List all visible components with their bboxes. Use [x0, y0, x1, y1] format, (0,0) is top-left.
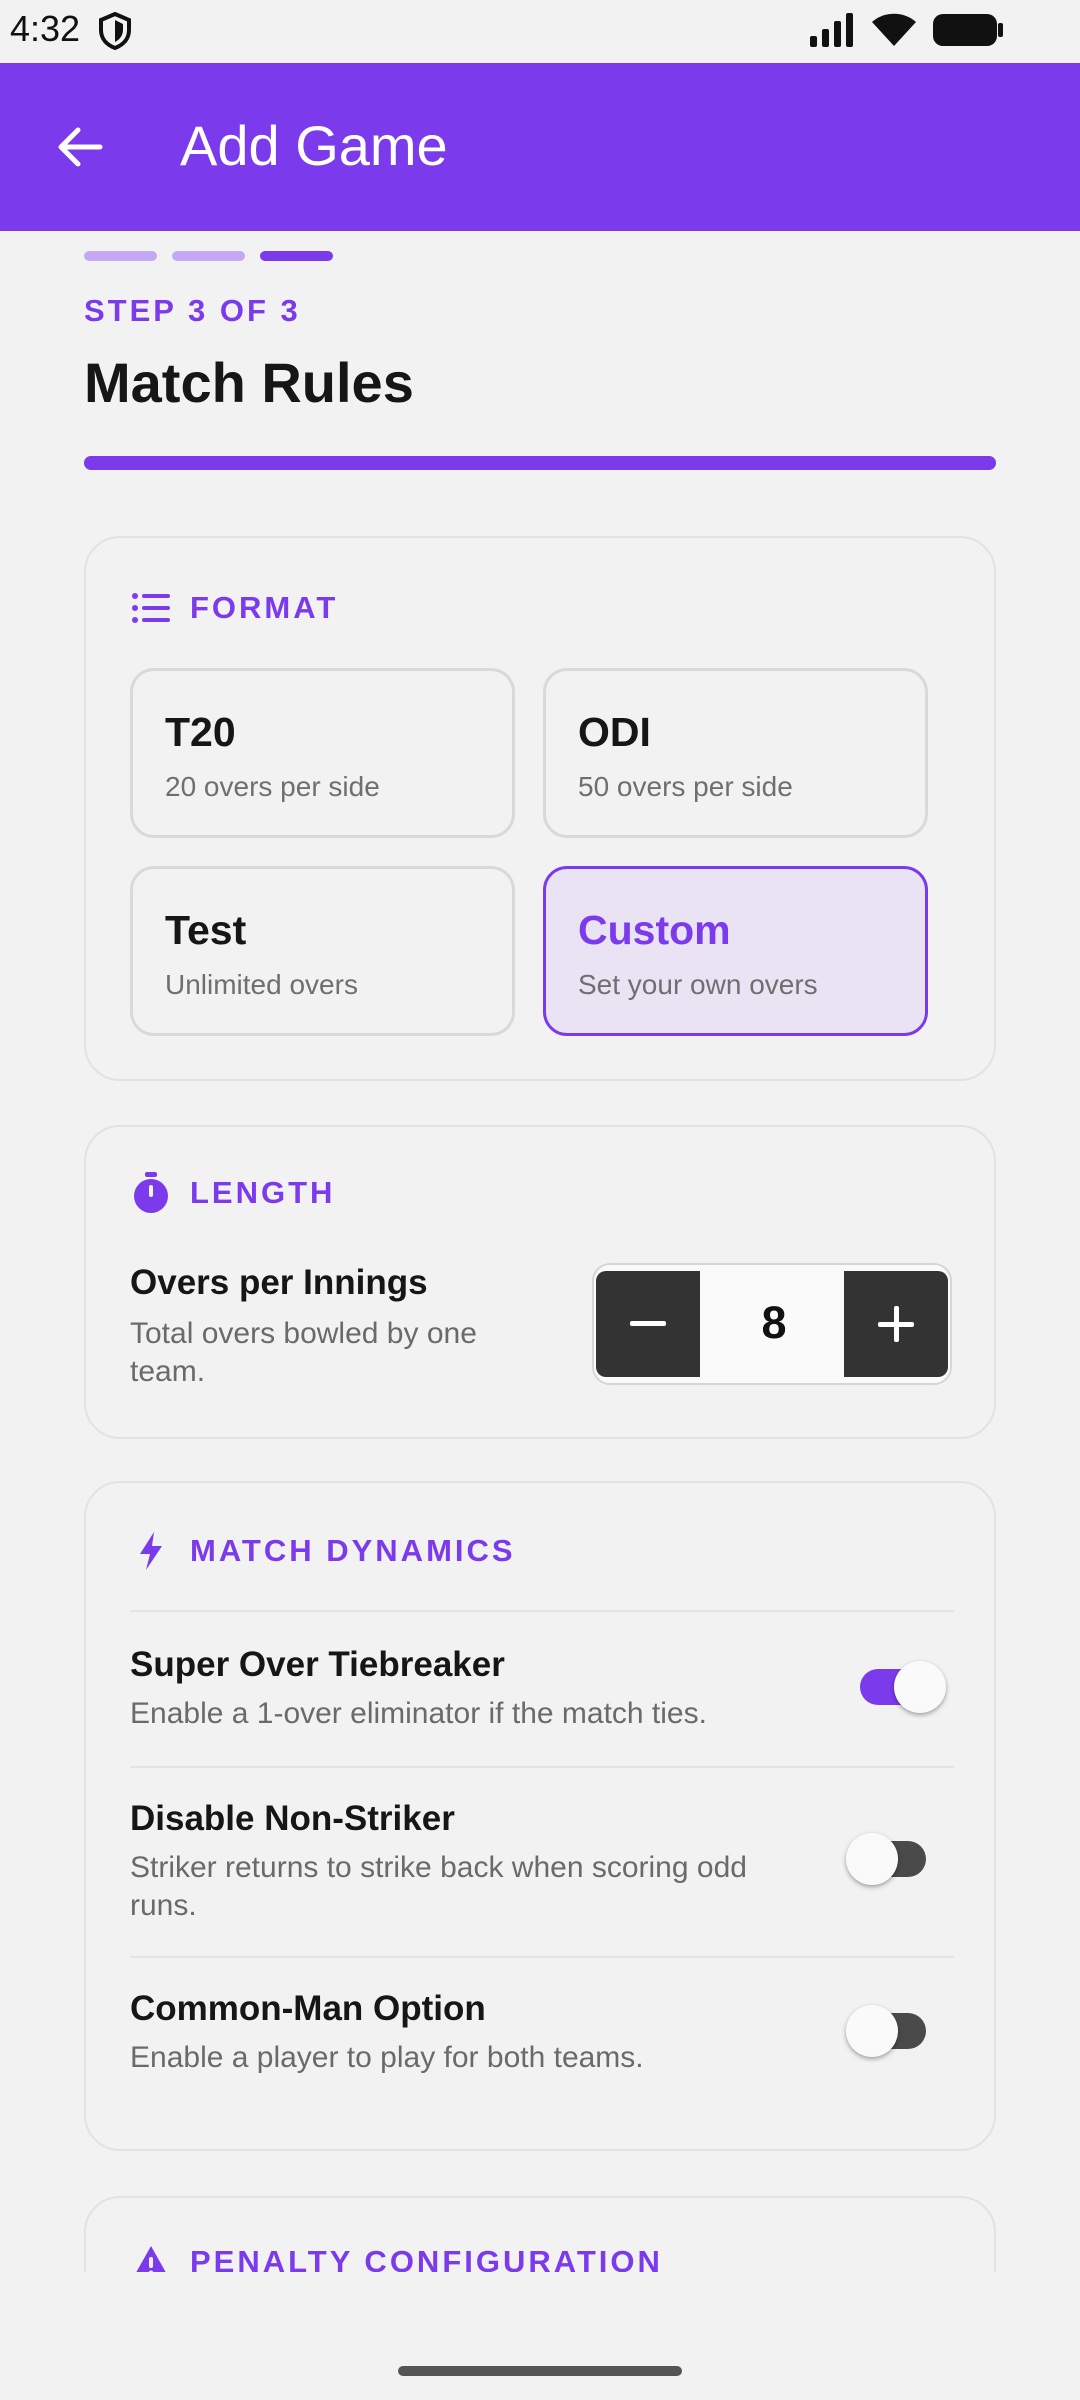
step-dot-active [260, 251, 333, 261]
dynamics-header: MATCH DYNAMICS [132, 1531, 516, 1571]
length-card: LENGTH Overs per Innings Total overs bow… [84, 1125, 996, 1439]
format-title: FORMAT [190, 590, 339, 625]
common-man-toggle[interactable] [846, 2005, 926, 2057]
common-man-title: Common-Man Option [130, 1989, 486, 2028]
bolt-icon [140, 1532, 162, 1570]
toggle-knob [846, 1833, 898, 1885]
home-indicator[interactable] [398, 2366, 682, 2376]
format-option-sub: 50 overs per side [578, 771, 793, 802]
format-card: FORMAT T20 20 overs per side ODI 50 over… [84, 536, 996, 1081]
overs-subtitle: Total overs bowled by one team. [130, 1317, 477, 1388]
toggle-knob [894, 1661, 946, 1713]
toggle-knob [846, 2005, 898, 2057]
format-option-name: Test [165, 907, 247, 953]
overs-stepper: 8 [592, 1263, 952, 1385]
format-header: FORMAT [132, 590, 338, 626]
step-indicator [84, 251, 333, 261]
status-time: 4:32 [10, 8, 81, 49]
dynamics-card: MATCH DYNAMICS Super Over Tiebreaker Ena… [84, 1481, 996, 2151]
format-option-name: T20 [165, 709, 236, 755]
divider [130, 1610, 954, 1612]
format-option-odi[interactable]: ODI 50 overs per side [543, 668, 928, 838]
status-bar: 4:32 [0, 0, 1080, 63]
overs-value[interactable]: 8 [700, 1297, 848, 1349]
page-title: Match Rules [84, 351, 414, 414]
list-icon [132, 593, 170, 623]
non-striker-toggle[interactable] [846, 1833, 926, 1885]
battery-icon [933, 14, 1003, 46]
length-header: LENGTH [132, 1171, 335, 1215]
format-option-name: Custom [578, 907, 731, 953]
format-option-test[interactable]: Test Unlimited overs [130, 866, 515, 1036]
format-option-t20[interactable]: T20 20 overs per side [130, 668, 515, 838]
plus-icon [878, 1306, 914, 1342]
format-option-sub: Set your own overs [578, 969, 818, 1000]
timer-icon [134, 1172, 168, 1213]
back-button[interactable] [50, 117, 110, 177]
signal-icon [810, 13, 853, 47]
step-dot [84, 251, 157, 261]
wifi-icon [872, 13, 916, 46]
super-over-subtitle: Enable a 1-over eliminator if the match … [130, 1697, 707, 1730]
dynamics-title: MATCH DYNAMICS [190, 1533, 516, 1568]
divider [130, 1766, 954, 1768]
non-striker-subtitle: Striker returns to strike back when scor… [130, 1851, 747, 1922]
arrow-back-icon [58, 127, 103, 167]
super-over-title: Super Over Tiebreaker [130, 1645, 505, 1684]
increment-button[interactable] [844, 1271, 948, 1377]
app-title: Add Game [180, 114, 448, 177]
step-dot [172, 251, 245, 261]
format-option-custom[interactable]: Custom Set your own overs [543, 866, 928, 1036]
super-over-toggle[interactable] [860, 1661, 946, 1713]
progress-fill [84, 456, 996, 470]
format-option-sub: Unlimited overs [165, 969, 358, 1000]
step-label: STEP 3 OF 3 [84, 293, 301, 328]
progress-bar [84, 456, 996, 470]
length-title: LENGTH [190, 1175, 336, 1210]
format-option-sub: 20 overs per side [165, 771, 380, 802]
format-option-name: ODI [578, 709, 651, 755]
minus-icon [630, 1321, 666, 1326]
bottom-nav-area [0, 2272, 1080, 2400]
non-striker-title: Disable Non-Striker [130, 1799, 455, 1838]
common-man-subtitle: Enable a player to play for both teams. [130, 2041, 644, 2074]
shield-icon [98, 11, 132, 55]
divider [130, 1956, 954, 1958]
overs-title: Overs per Innings [130, 1263, 428, 1302]
decrement-button[interactable] [596, 1271, 700, 1377]
app-bar: Add Game [0, 63, 1080, 231]
